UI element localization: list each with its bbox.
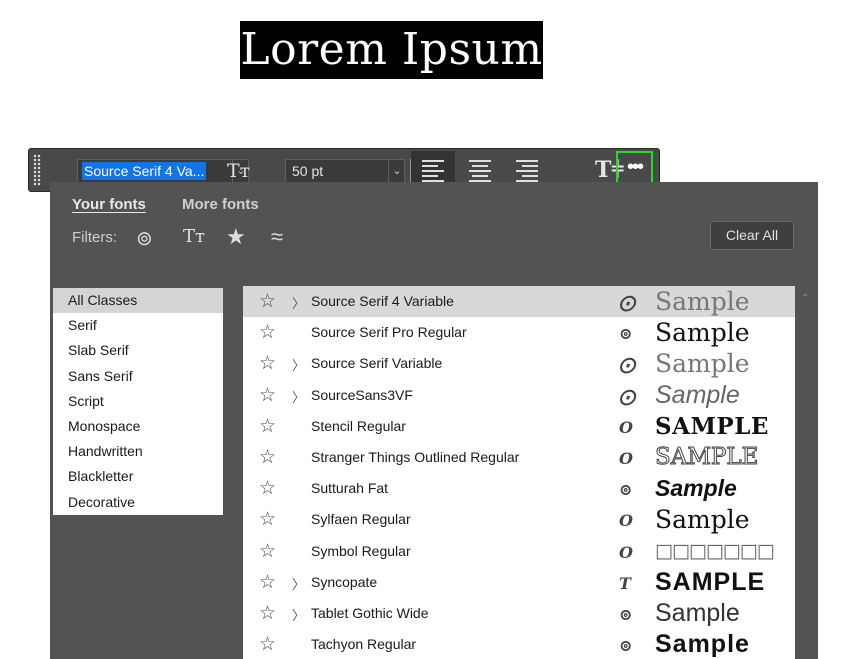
font-name: Tablet Gothic Wide [311,605,429,621]
chevron-down-icon[interactable]: ⌄ [388,160,405,182]
font-row[interactable]: ☆ Sylfaen Regular O Sample [243,504,795,535]
font-list-scrollbar[interactable]: ⌃ [795,287,818,659]
star-icon[interactable]: ☆ [259,446,276,469]
star-icon[interactable]: ☆ [259,540,276,563]
font-name: Symbol Regular [311,542,411,559]
star-icon[interactable]: ☆ [259,290,276,313]
chevron-up-icon[interactable]: ⌃ [801,293,809,304]
font-row[interactable]: ☆ Sutturah Fat ⊚ Sample [243,473,795,504]
creative-cloud-icon: ⊚ [619,636,633,656]
font-sample: Sample [655,599,740,627]
star-icon[interactable]: ☆ [259,571,276,594]
star-icon[interactable]: ☆ [259,321,276,344]
font-row[interactable]: ☆ Stranger Things Outlined Regular O SAM… [243,442,795,473]
canvas-text-layer[interactable]: Lorem Ipsum [240,21,543,79]
chevron-right-icon[interactable]: 〉 [292,387,305,406]
tab-your-fonts[interactable]: Your fonts [72,196,146,213]
font-name: Sutturah Fat [311,480,389,497]
opentype-icon: O [619,542,633,562]
tab-more-fonts[interactable]: More fonts [182,196,259,213]
font-name: Source Serif 4 Variable [311,293,454,309]
creative-cloud-icon: ⊚ [619,605,633,624]
font-name: Stranger Things Outlined Regular [311,449,520,465]
star-icon[interactable]: ☆ [259,477,276,500]
font-sample: Sample [655,349,750,379]
class-item-serif[interactable]: Serif [53,313,223,338]
class-item-sans-serif[interactable]: Sans Serif [53,364,223,389]
font-class-list: All Classes Serif Slab Serif Sans Serif … [53,288,223,515]
chevron-right-icon[interactable]: 〉 [292,355,305,374]
star-icon[interactable]: ☆ [259,384,276,407]
chevron-right-icon[interactable]: 〉 [292,574,305,593]
variable-font-icon: ⨀ [619,355,635,375]
font-sample: SAMPLE [654,444,759,471]
star-icon[interactable]: ☆ [259,633,276,656]
class-item-script[interactable]: Script [53,389,223,414]
font-name: Tachyon Regular [311,636,417,653]
opentype-icon: O [619,511,633,531]
chevron-right-icon[interactable]: 〉 [292,605,305,624]
font-browser-panel: Your fonts More fonts Filters: ⊚ Tт ★ ≈ … [50,182,818,659]
font-name: Source Serif Pro Regular [311,324,467,341]
font-sample: Sample [655,318,750,348]
class-item-all-classes[interactable]: All Classes [53,288,223,314]
star-icon[interactable]: ☆ [259,602,276,625]
class-item-slab-serif[interactable]: Slab Serif [53,338,223,363]
opentype-icon: O [619,417,633,437]
font-size-icon: Tт [227,160,251,182]
variable-font-icon: ⨀ [619,293,635,312]
font-name: Sylfaen Regular [311,511,411,528]
font-size-value[interactable]: 50 pt [292,163,323,179]
star-icon[interactable]: ☆ [259,415,276,438]
font-name: Stencil Regular [311,417,406,434]
font-list: ☆ 〉 Source Serif 4 Variable ⨀ Sample ☆ S… [243,286,795,659]
font-sample: Sample [655,287,750,316]
font-row[interactable]: ☆ Symbol Regular O □□□□□□□ [243,536,795,567]
filters-label: Filters: [72,229,117,246]
font-family-select[interactable]: Source Serif 4 Va... ⌄ [77,159,249,183]
class-item-monospace[interactable]: Monospace [53,414,223,439]
star-icon[interactable]: ☆ [259,352,276,375]
font-family-value[interactable]: Source Serif 4 Va... [82,162,207,180]
font-row[interactable]: ☆ Source Serif Pro Regular ⊚ Sample [243,317,795,348]
font-row[interactable]: ☆ 〉 Source Serif Variable ⨀ Sample [243,348,795,379]
opentype-icon: O [619,449,633,468]
class-item-decorative[interactable]: Decorative [53,490,223,515]
font-row[interactable]: ☆ 〉 SourceSans3VF ⨀ Sample [243,380,795,411]
font-sample: SAMPLE [655,567,766,596]
class-item-handwritten[interactable]: Handwritten [53,439,223,464]
class-item-blackletter[interactable]: Blackletter [53,464,223,489]
font-sample: Sample [655,505,750,535]
font-row[interactable]: ☆ Stencil Regular O SAMPLE [243,411,795,442]
variable-font-icon: ⨀ [619,386,635,406]
font-row[interactable]: ☆ 〉 Syncopate T SAMPLE [243,567,795,598]
truetype-icon: T [619,573,631,593]
font-row[interactable]: ☆ 〉 Tablet Gothic Wide ⊚ Sample [243,598,795,629]
font-row[interactable]: ☆ Tachyon Regular ⊚ Sample [243,629,795,659]
chevron-right-icon[interactable]: 〉 [292,293,305,312]
font-sample: SAMPLE [655,412,769,440]
font-sample: Sample [655,630,750,659]
font-sample: Sample [655,475,737,502]
font-sample: □□□□□□□ [655,539,775,562]
creative-cloud-icon: ⊚ [619,324,633,344]
star-icon[interactable]: ☆ [259,508,276,531]
font-name: Syncopate [311,573,378,590]
creative-cloud-icon[interactable]: ⊚ [136,226,153,251]
similar-icon[interactable]: ≈ [271,224,283,250]
clear-all-button[interactable]: Clear All [710,221,794,250]
font-size-select[interactable]: 50 pt ⌄ [285,159,405,183]
creative-cloud-icon: ⊚ [619,480,633,500]
font-sample: Sample [655,380,740,409]
font-name: Source Serif Variable [311,355,443,372]
font-size-filter-icon[interactable]: Tт [183,226,205,247]
font-name: SourceSans3VF [311,386,413,403]
font-row[interactable]: ☆ 〉 Source Serif 4 Variable ⨀ Sample [243,286,795,318]
grip-icon[interactable] [33,154,41,186]
star-icon[interactable]: ★ [226,224,246,250]
